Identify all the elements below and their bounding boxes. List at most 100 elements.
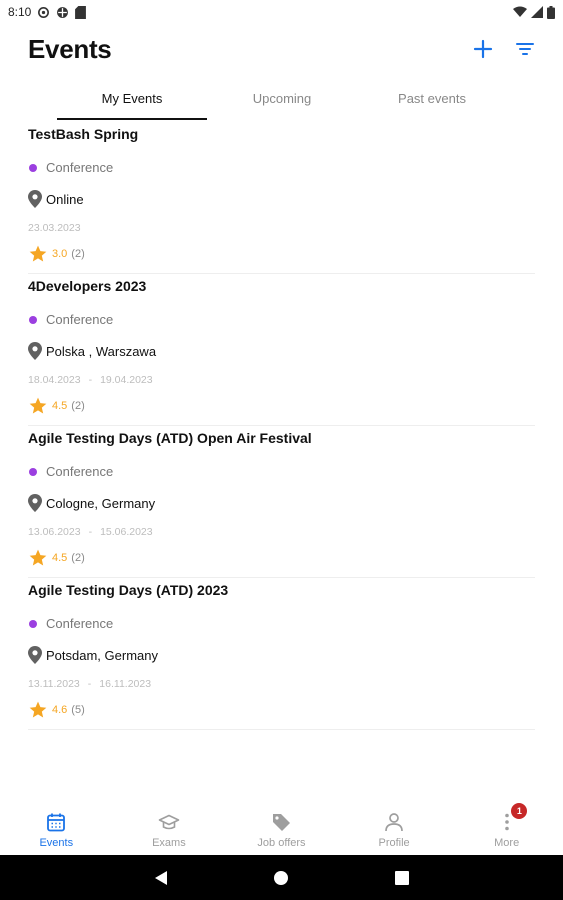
location-pin-icon <box>28 646 42 664</box>
event-title: TestBash Spring <box>28 126 139 142</box>
nav-item-events[interactable]: Events <box>0 800 113 855</box>
nav-label: Events <box>39 837 74 849</box>
event-location: Online <box>46 191 84 207</box>
event-rating-row: 4.5 (2) <box>28 548 85 568</box>
event-title: Agile Testing Days (ATD) Open Air Festiv… <box>28 430 312 446</box>
event-type-row: Conference <box>28 464 113 479</box>
event-dates: 18.04.2023 - 19.04.2023 <box>28 374 153 386</box>
nav-item-exams[interactable]: Exams <box>113 800 226 855</box>
status-right <box>513 5 555 19</box>
bottom-nav: Events Exams Job offers Profile 1 More <box>0 800 563 855</box>
plus-icon <box>473 39 493 59</box>
calendar-icon <box>47 813 66 832</box>
event-type-dot-icon <box>29 163 37 172</box>
event-start-date: 23.03.2023 <box>28 222 81 234</box>
event-type-dot-icon <box>29 467 37 476</box>
event-end-date: 16.11.2023 <box>99 678 152 690</box>
location-pin-icon <box>28 342 42 360</box>
filter-icon <box>516 43 534 55</box>
event-card[interactable]: Agile Testing Days (ATD) 2023 Conference… <box>28 578 535 730</box>
person-icon <box>385 813 403 832</box>
sync-icon <box>38 6 50 18</box>
event-type: Conference <box>46 160 114 175</box>
event-location-row: Cologne, Germany <box>28 494 155 512</box>
nav-label: More <box>494 837 520 849</box>
recents-icon[interactable] <box>393 869 411 887</box>
event-type-row: Conference <box>28 312 113 327</box>
event-date-separator: - <box>87 678 92 690</box>
event-start-date: 13.06.2023 <box>28 526 81 538</box>
home-icon[interactable] <box>272 869 290 887</box>
event-type: Conference <box>46 464 114 479</box>
star-icon <box>29 245 47 262</box>
event-dates: 13.11.2023 - 16.11.2023 <box>28 678 151 690</box>
notification-badge: 1 <box>511 803 528 819</box>
event-end-date: 15.06.2023 <box>100 526 153 538</box>
event-rating: 4.6 <box>52 704 68 716</box>
event-rating-count: (2) <box>71 248 85 260</box>
location-pin-icon <box>28 190 42 208</box>
star-icon <box>29 549 47 566</box>
status-bar: 8:10 <box>0 0 563 24</box>
event-start-date: 13.11.2023 <box>28 678 80 690</box>
event-list: TestBash Spring Conference Online 23.03.… <box>0 122 563 730</box>
event-location: Polska , Warszawa <box>46 343 157 359</box>
event-rating: 4.5 <box>52 400 68 412</box>
filter-button[interactable] <box>512 36 538 62</box>
event-location-row: Online <box>28 190 84 208</box>
event-type-row: Conference <box>28 160 113 175</box>
event-card[interactable]: Agile Testing Days (ATD) Open Air Festiv… <box>28 426 535 578</box>
event-rating-row: 3.0 (2) <box>28 244 85 264</box>
event-rating-count: (2) <box>71 400 85 412</box>
event-rating-count: (5) <box>71 704 85 716</box>
event-rating-row: 4.5 (2) <box>28 396 85 416</box>
location-pin-icon <box>28 494 42 512</box>
star-icon <box>29 397 47 414</box>
event-dates: 23.03.2023 <box>28 222 97 234</box>
tab-label: Past events <box>398 91 466 106</box>
event-card[interactable]: 4Developers 2023 Conference Polska , War… <box>28 274 535 426</box>
nav-label: Exams <box>152 837 186 849</box>
nav-item-more[interactable]: 1 More <box>450 800 563 855</box>
back-icon[interactable] <box>152 869 170 887</box>
vpn-icon <box>57 6 69 18</box>
page-title: Events <box>28 34 112 64</box>
tab-my-events[interactable]: My Events <box>57 82 207 120</box>
event-type-dot-icon <box>29 315 37 324</box>
nav-label: Job offers <box>257 837 306 849</box>
star-icon <box>29 701 47 718</box>
tag-icon <box>273 814 291 831</box>
tab-past-events[interactable]: Past events <box>357 82 507 120</box>
tab-upcoming[interactable]: Upcoming <box>207 82 357 120</box>
status-time: 8:10 <box>8 5 32 19</box>
nav-item-job-offers[interactable]: Job offers <box>225 800 338 855</box>
sd-card-icon <box>75 5 87 19</box>
event-type: Conference <box>46 312 114 327</box>
event-type: Conference <box>46 616 114 631</box>
status-left: 8:10 <box>8 5 87 19</box>
event-start-date: 18.04.2023 <box>28 374 81 386</box>
tab-label: Upcoming <box>252 91 312 106</box>
event-rating: 4.5 <box>52 552 68 564</box>
app-bar: Events <box>0 30 563 70</box>
event-rating-count: (2) <box>71 552 85 564</box>
event-type-dot-icon <box>29 619 37 628</box>
event-rating-row: 4.6 (5) <box>28 700 85 720</box>
event-title: Agile Testing Days (ATD) 2023 <box>28 582 229 598</box>
event-rating: 3.0 <box>52 248 68 260</box>
event-type-row: Conference <box>28 616 113 631</box>
event-end-date: 19.04.2023 <box>100 374 153 386</box>
battery-icon <box>547 5 555 19</box>
event-location-row: Polska , Warszawa <box>28 342 156 360</box>
event-date-separator: - <box>88 374 93 386</box>
signal-icon <box>531 6 543 18</box>
add-event-button[interactable] <box>470 36 496 62</box>
nav-item-profile[interactable]: Profile <box>338 800 451 855</box>
wifi-icon <box>513 6 527 17</box>
event-date-separator: - <box>88 526 93 538</box>
event-card[interactable]: TestBash Spring Conference Online 23.03.… <box>28 122 535 274</box>
system-nav-bar <box>0 855 563 900</box>
graduation-cap-icon <box>158 814 180 830</box>
event-dates: 13.06.2023 - 15.06.2023 <box>28 526 153 538</box>
event-title: 4Developers 2023 <box>28 278 147 294</box>
